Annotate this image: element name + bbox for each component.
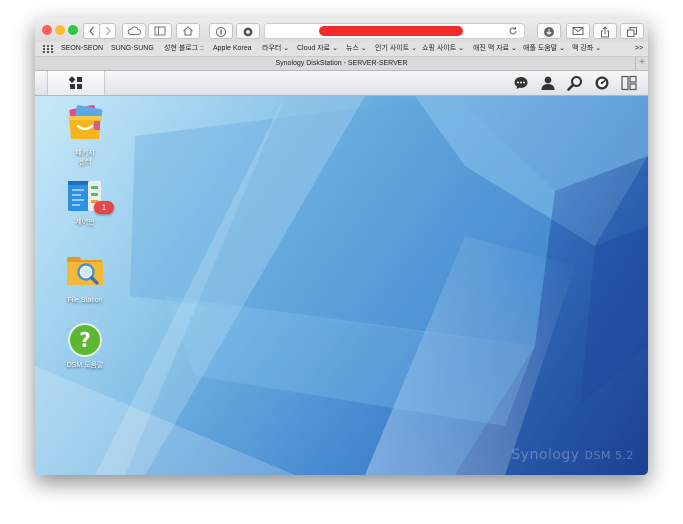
- desktop-icon-dsm-help[interactable]: ? DSM 도움말: [55, 321, 115, 370]
- tab-overview-button[interactable]: [620, 23, 644, 39]
- new-tab-button[interactable]: +: [635, 57, 648, 70]
- mail-icon: [572, 27, 584, 35]
- bookmark-item[interactable]: 애플 도움말 ⌄: [523, 42, 565, 56]
- bookmark-item[interactable]: 애진 맥 자료 ⌄: [473, 42, 517, 56]
- bookmark-item[interactable]: 라우터 ⌄: [262, 42, 289, 56]
- mail-button[interactable]: [566, 23, 590, 39]
- package-center-icon: [69, 104, 103, 139]
- bookmark-item[interactable]: SUNG-SUNG: [111, 42, 154, 56]
- help-glyph: ?: [79, 328, 91, 352]
- bookmark-item[interactable]: 맥 강좌 ⌄: [572, 42, 601, 56]
- file-station-icon: [67, 257, 103, 285]
- desktop-icon-label: File Station: [67, 297, 103, 304]
- desktop-icon-package-center[interactable]: 패키지 센터: [55, 104, 115, 167]
- bookmark-item[interactable]: 뉴스 ⌄: [346, 42, 367, 56]
- main-menu-button[interactable]: [47, 71, 105, 95]
- user-icon[interactable]: [540, 75, 556, 91]
- bookmark-item[interactable]: 성현 블로그 ::: [164, 42, 204, 56]
- synology-branding: Synology DSM 5.2: [511, 447, 634, 463]
- redacted-url: [319, 26, 463, 36]
- close-window-button[interactable]: [42, 25, 52, 35]
- bookmarks-overflow[interactable]: >>: [635, 42, 643, 56]
- desktop-icon-label: DSM 도움말: [66, 362, 104, 369]
- notification-badge: 1: [94, 201, 114, 214]
- home-button[interactable]: [176, 23, 200, 39]
- desktop-icon-label: 제어판: [75, 219, 95, 226]
- dsm-desktop: 패키지 센터 1 제어판 File Station ? DSM 도움말 Syno…: [35, 96, 648, 475]
- download-icon: [544, 27, 554, 37]
- sidebar-icon: [154, 26, 166, 36]
- back-button[interactable]: [83, 23, 100, 39]
- resource-monitor-icon[interactable]: [594, 75, 610, 91]
- tabs-icon: [627, 27, 637, 37]
- notifications-icon[interactable]: [513, 75, 529, 91]
- icloud-tabs-button[interactable]: [122, 23, 146, 39]
- brand-version: DSM 5.2: [584, 449, 634, 462]
- share-icon: [601, 26, 609, 38]
- reload-icon[interactable]: [508, 26, 518, 36]
- dsm-taskbar: [35, 71, 648, 96]
- maximize-window-button[interactable]: [68, 25, 78, 35]
- bookmark-item[interactable]: SEON-SEON: [61, 42, 103, 56]
- extension-2-button[interactable]: [236, 23, 260, 39]
- bookmark-item[interactable]: Apple Korea: [213, 42, 252, 56]
- desktop-icon-file-station[interactable]: File Station: [55, 251, 115, 305]
- bookmark-item[interactable]: 쇼핑 사이트 ⌄: [422, 42, 464, 56]
- tab-title[interactable]: Synology DiskStation - SERVER-SERVER: [275, 60, 407, 67]
- sidebar-button[interactable]: [148, 23, 172, 39]
- minimize-window-button[interactable]: [55, 25, 65, 35]
- browser-toolbar: [35, 18, 648, 42]
- 1password-icon: [216, 27, 226, 37]
- forward-button[interactable]: [99, 23, 116, 39]
- browser-window: SEON-SEON SUNG-SUNG 성현 블로그 :: Apple Kore…: [35, 18, 648, 475]
- bookmark-item[interactable]: 인기 사이트 ⌄: [375, 42, 417, 56]
- downloads-button[interactable]: [537, 23, 561, 39]
- bookmark-item[interactable]: Cloud 자료 ⌄: [297, 42, 338, 56]
- main-menu-icon: [69, 76, 82, 89]
- wallpaper: [35, 96, 648, 475]
- brand-name: Synology: [511, 447, 580, 463]
- address-bar[interactable]: [264, 23, 525, 39]
- bookmarks-bar: SEON-SEON SUNG-SUNG 성현 블로그 :: Apple Kore…: [35, 42, 648, 57]
- ghostery-icon: [243, 27, 253, 37]
- chevron-left-icon: [88, 26, 94, 36]
- search-icon[interactable]: [567, 75, 583, 91]
- desktop-icon-control-panel[interactable]: 1 제어판: [55, 178, 115, 227]
- chevron-right-icon: [105, 26, 111, 36]
- widgets-icon[interactable]: [621, 75, 637, 91]
- home-icon: [183, 26, 193, 36]
- desktop-icon-label: 센터: [78, 159, 92, 166]
- extension-1-button[interactable]: [209, 23, 233, 39]
- cloud-icon: [127, 26, 141, 35]
- desktop-icon-label: 패키지: [75, 150, 95, 157]
- tab-bar: Synology DiskStation - SERVER-SERVER +: [35, 57, 648, 71]
- share-button[interactable]: [593, 23, 617, 39]
